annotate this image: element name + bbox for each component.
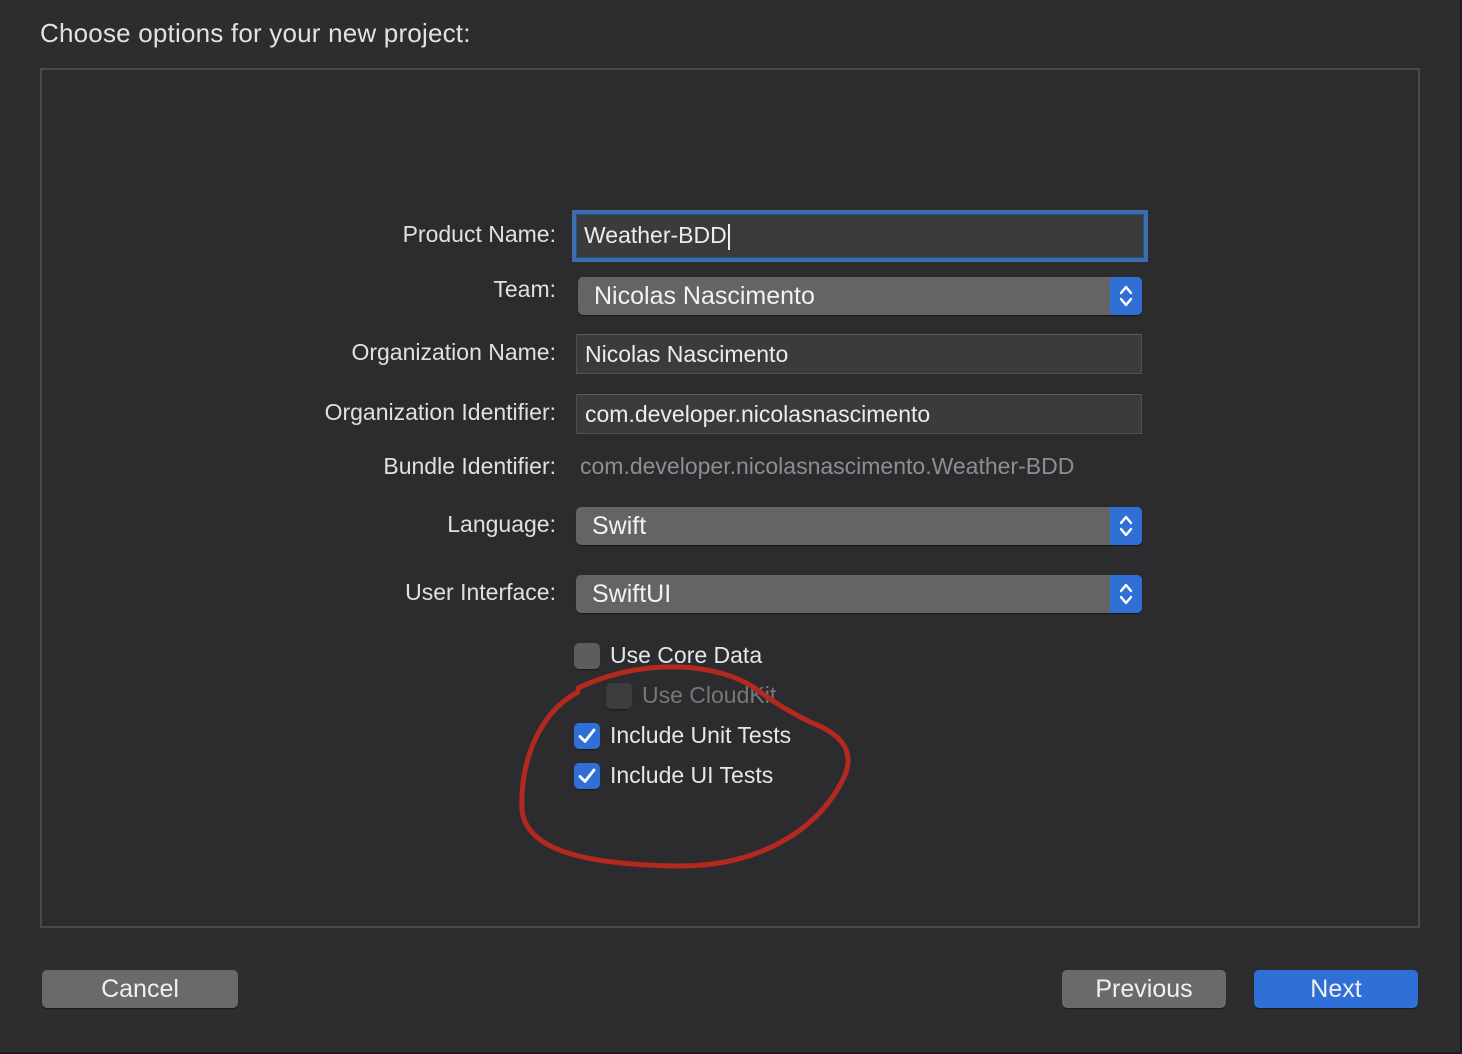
chevron-up-down-icon xyxy=(1110,277,1142,315)
team-popup[interactable]: Nicolas Nascimento xyxy=(578,277,1142,315)
new-project-options-window: Choose options for your new project: Pro… xyxy=(0,0,1462,1054)
product-name-label: Product Name: xyxy=(402,221,556,247)
bundle-identifier-value: com.developer.nicolasnascimento.Weather-… xyxy=(580,453,1075,479)
language-value: Swift xyxy=(592,512,647,540)
checkmark-icon xyxy=(578,728,596,743)
use-cloudkit-label: Use CloudKit xyxy=(642,682,777,708)
chevron-up-down-icon xyxy=(1110,575,1142,613)
cancel-button[interactable]: Cancel xyxy=(42,970,238,1008)
page-title: Choose options for your new project: xyxy=(40,18,471,48)
team-value: Nicolas Nascimento xyxy=(594,282,815,310)
checkmark-icon xyxy=(578,768,596,783)
organization-identifier-label: Organization Identifier: xyxy=(324,399,556,425)
next-button[interactable]: Next xyxy=(1254,970,1418,1008)
previous-button[interactable]: Previous xyxy=(1062,970,1226,1008)
language-popup[interactable]: Swift xyxy=(576,507,1142,545)
user-interface-value: SwiftUI xyxy=(592,580,672,608)
use-core-data-label: Use Core Data xyxy=(610,642,763,668)
product-name-value: Weather-BDD xyxy=(584,222,727,248)
team-label: Team: xyxy=(493,276,556,302)
include-ui-tests-checkbox[interactable] xyxy=(574,763,600,789)
organization-name-field[interactable]: Nicolas Nascimento xyxy=(576,334,1142,374)
user-interface-label: User Interface: xyxy=(405,579,556,605)
bundle-identifier-label: Bundle Identifier: xyxy=(383,453,556,479)
text-caret xyxy=(727,223,730,250)
use-core-data-checkbox[interactable] xyxy=(574,643,600,669)
user-interface-popup[interactable]: SwiftUI xyxy=(576,575,1142,613)
include-unit-tests-label: Include Unit Tests xyxy=(610,722,792,748)
organization-identifier-field[interactable]: com.developer.nicolasnascimento xyxy=(576,394,1142,434)
include-ui-tests-label: Include UI Tests xyxy=(610,762,774,788)
organization-identifier-value: com.developer.nicolasnascimento xyxy=(585,401,931,427)
language-label: Language: xyxy=(447,511,556,537)
chevron-up-down-icon xyxy=(1110,507,1142,545)
product-name-field[interactable]: Weather-BDD xyxy=(572,210,1148,262)
organization-name-label: Organization Name: xyxy=(351,339,556,365)
options-panel xyxy=(40,68,1420,928)
include-unit-tests-checkbox[interactable] xyxy=(574,723,600,749)
use-cloudkit-checkbox xyxy=(606,683,632,709)
organization-name-value: Nicolas Nascimento xyxy=(585,341,789,367)
